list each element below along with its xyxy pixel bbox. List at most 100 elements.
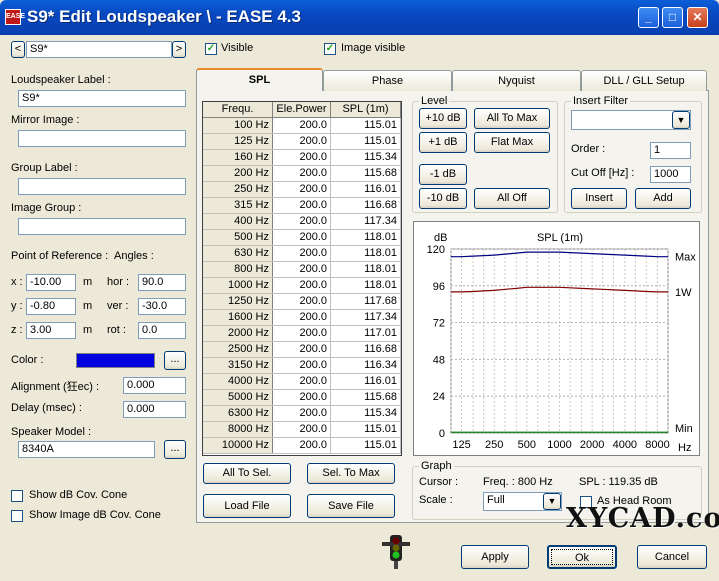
cell-power[interactable]: 200.0	[273, 118, 331, 133]
cell-power[interactable]: 200.0	[273, 294, 331, 309]
table-row[interactable]: 250 Hz 200.0 116.01	[203, 182, 401, 198]
cell-frequency[interactable]: 250 Hz	[203, 182, 273, 197]
cell-power[interactable]: 200.0	[273, 438, 331, 453]
cell-spl[interactable]: 115.68	[331, 166, 401, 181]
table-row[interactable]: 125 Hz 200.0 115.01	[203, 134, 401, 150]
speaker-model-browse-button[interactable]: ...	[164, 440, 186, 459]
all-to-sel-button[interactable]: All To Sel.	[203, 463, 291, 484]
load-file-button[interactable]: Load File	[203, 494, 291, 518]
cell-frequency[interactable]: 1000 Hz	[203, 278, 273, 293]
cell-frequency[interactable]: 1600 Hz	[203, 310, 273, 325]
cell-spl[interactable]: 115.68	[331, 390, 401, 405]
cell-frequency[interactable]: 400 Hz	[203, 214, 273, 229]
col-header-power[interactable]: Ele.Power	[273, 102, 331, 118]
color-picker-button[interactable]: ...	[164, 351, 186, 370]
hor-input[interactable]: 90.0	[138, 274, 186, 291]
cell-frequency[interactable]: 6300 Hz	[203, 406, 273, 421]
filter-type-dropdown-icon[interactable]: ▼	[672, 111, 690, 129]
rot-input[interactable]: 0.0	[138, 322, 186, 339]
all-off-button[interactable]: All Off	[474, 188, 550, 209]
delay-input[interactable]: 0.000	[123, 401, 186, 418]
cell-power[interactable]: 200.0	[273, 134, 331, 149]
table-row[interactable]: 500 Hz 200.0 118.01	[203, 230, 401, 246]
tab-spl[interactable]: SPL	[196, 68, 323, 91]
cell-frequency[interactable]: 800 Hz	[203, 262, 273, 277]
cell-frequency[interactable]: 2500 Hz	[203, 342, 273, 357]
speaker-label-input[interactable]: S9*	[18, 90, 186, 107]
all-to-max-button[interactable]: All To Max	[474, 108, 550, 129]
cell-frequency[interactable]: 4000 Hz	[203, 374, 273, 389]
cell-frequency[interactable]: 160 Hz	[203, 150, 273, 165]
cell-frequency[interactable]: 200 Hz	[203, 166, 273, 181]
cell-frequency[interactable]: 125 Hz	[203, 134, 273, 149]
cell-spl[interactable]: 115.01	[331, 118, 401, 133]
x-input[interactable]: -10.00	[26, 274, 76, 291]
cell-frequency[interactable]: 630 Hz	[203, 246, 273, 261]
cell-spl[interactable]: 115.01	[331, 422, 401, 437]
mirror-image-input[interactable]	[18, 130, 186, 147]
table-row[interactable]: 10000 Hz 200.0 115.01	[203, 438, 401, 454]
spl-chart[interactable]: dB SPL (1m) Hz 120 96 72 48 24 0 125 250 500 1000…	[413, 221, 700, 456]
minus-10-db-button[interactable]: -10 dB	[419, 188, 467, 209]
table-row[interactable]: 2000 Hz 200.0 117.01	[203, 326, 401, 342]
cov-cone-checkbox[interactable]	[11, 490, 23, 502]
cell-spl[interactable]: 115.01	[331, 134, 401, 149]
cutoff-input[interactable]: 1000	[650, 166, 691, 183]
plus-1-db-button[interactable]: +1 dB	[419, 132, 467, 153]
table-row[interactable]: 2500 Hz 200.0 116.68	[203, 342, 401, 358]
cell-power[interactable]: 200.0	[273, 422, 331, 437]
table-row[interactable]: 800 Hz 200.0 118.01	[203, 262, 401, 278]
table-row[interactable]: 1250 Hz 200.0 117.68	[203, 294, 401, 310]
cell-spl[interactable]: 116.34	[331, 358, 401, 373]
prev-speaker-button[interactable]: <	[11, 41, 25, 58]
insert-button[interactable]: Insert	[571, 188, 627, 209]
table-row[interactable]: 160 Hz 200.0 115.34	[203, 150, 401, 166]
save-file-button[interactable]: Save File	[307, 494, 395, 518]
tab-phase[interactable]: Phase	[323, 70, 452, 91]
table-row[interactable]: 3150 Hz 200.0 116.34	[203, 358, 401, 374]
image-visible-checkbox[interactable]: ✓	[324, 43, 336, 55]
cell-spl[interactable]: 116.01	[331, 374, 401, 389]
group-label-input[interactable]	[18, 178, 186, 195]
cell-power[interactable]: 200.0	[273, 182, 331, 197]
cell-spl[interactable]: 118.01	[331, 230, 401, 245]
next-speaker-button[interactable]: >	[172, 41, 186, 58]
cell-spl[interactable]: 115.34	[331, 406, 401, 421]
col-header-spl[interactable]: SPL (1m)	[331, 102, 401, 118]
z-input[interactable]: 3.00	[26, 322, 76, 339]
cell-power[interactable]: 200.0	[273, 390, 331, 405]
flat-max-button[interactable]: Flat Max	[474, 132, 550, 153]
cell-power[interactable]: 200.0	[273, 358, 331, 373]
cell-spl[interactable]: 116.01	[331, 182, 401, 197]
minimize-button[interactable]: _	[638, 7, 659, 28]
table-row[interactable]: 6300 Hz 200.0 115.34	[203, 406, 401, 422]
title-bar[interactable]: EASE S9* Edit Loudspeaker \ - EASE 4.3 _…	[0, 0, 719, 35]
cell-power[interactable]: 200.0	[273, 214, 331, 229]
add-button[interactable]: Add	[635, 188, 691, 209]
plus-10-db-button[interactable]: +10 dB	[419, 108, 467, 129]
speaker-model-input[interactable]: 8340A	[18, 441, 155, 458]
col-header-frequency[interactable]: Frequ.	[203, 102, 273, 118]
table-row[interactable]: 5000 Hz 200.0 115.68	[203, 390, 401, 406]
cell-frequency[interactable]: 3150 Hz	[203, 358, 273, 373]
cell-power[interactable]: 200.0	[273, 246, 331, 261]
sel-to-max-button[interactable]: Sel. To Max	[307, 463, 395, 484]
image-group-input[interactable]	[18, 218, 186, 235]
ver-input[interactable]: -30.0	[138, 298, 186, 315]
table-row[interactable]: 1600 Hz 200.0 117.34	[203, 310, 401, 326]
ok-button[interactable]: Ok	[547, 545, 617, 569]
spl-table[interactable]: Frequ. Ele.Power SPL (1m) 100 Hz 200.0 115…	[202, 101, 402, 456]
image-cov-cone-checkbox[interactable]	[11, 510, 23, 522]
cell-power[interactable]: 200.0	[273, 310, 331, 325]
cell-frequency[interactable]: 315 Hz	[203, 198, 273, 213]
cell-power[interactable]: 200.0	[273, 342, 331, 357]
y-input[interactable]: -0.80	[26, 298, 76, 315]
cell-power[interactable]: 200.0	[273, 198, 331, 213]
apply-button[interactable]: Apply	[461, 545, 529, 569]
cell-power[interactable]: 200.0	[273, 406, 331, 421]
cell-power[interactable]: 200.0	[273, 166, 331, 181]
cell-frequency[interactable]: 5000 Hz	[203, 390, 273, 405]
table-row[interactable]: 1000 Hz 200.0 118.01	[203, 278, 401, 294]
table-row[interactable]: 630 Hz 200.0 118.01	[203, 246, 401, 262]
cell-spl[interactable]: 117.68	[331, 294, 401, 309]
